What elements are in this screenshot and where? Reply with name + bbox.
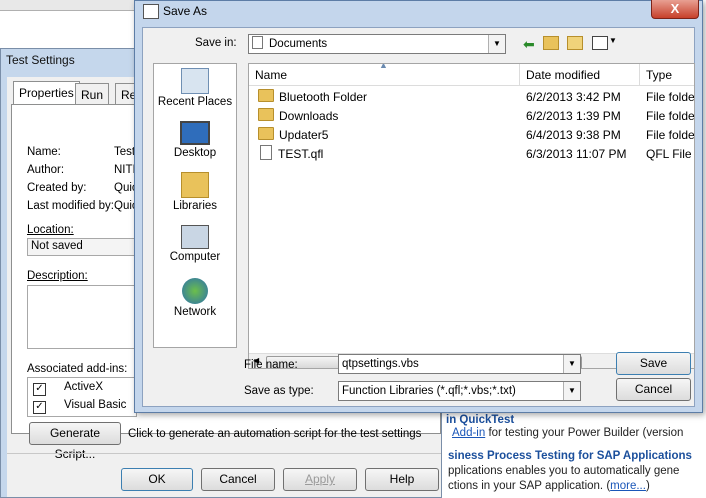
savetype-label: Save as type: xyxy=(244,385,314,397)
generate-script-button[interactable]: Generate Script... xyxy=(29,422,121,461)
folder-icon xyxy=(258,89,274,102)
place-recent-places[interactable]: Recent Places xyxy=(154,68,236,108)
visual-basic-label: Visual Basic xyxy=(64,399,127,411)
desktop-icon xyxy=(180,121,210,145)
help-line-4: ctions in your SAP application. (more...… xyxy=(448,480,650,492)
view-menu-chevron-icon[interactable]: ▼ xyxy=(609,36,617,45)
save-as-cancel-button[interactable]: Cancel xyxy=(616,378,691,401)
recent-places-icon xyxy=(181,68,209,94)
save-in-label: Save in: xyxy=(195,37,237,49)
new-folder-icon[interactable] xyxy=(567,36,583,50)
activex-checkbox[interactable]: ✓ xyxy=(33,383,46,396)
test-settings-title: Test Settings xyxy=(6,53,75,67)
more-link[interactable]: more... xyxy=(610,480,646,492)
place-network[interactable]: Network xyxy=(154,278,236,318)
view-menu-icon[interactable] xyxy=(592,36,608,50)
modified-label: Last modified by: xyxy=(27,200,114,212)
file-row[interactable]: TEST.qfl 6/3/2013 11:07 PM QFL File xyxy=(249,145,694,164)
visual-basic-checkbox[interactable]: ✓ xyxy=(33,401,46,414)
ok-button[interactable]: OK xyxy=(121,468,193,491)
cancel-button[interactable]: Cancel xyxy=(201,468,275,491)
name-value: Test xyxy=(114,146,136,158)
savetype-dropdown[interactable]: Function Libraries (*.qfl;*.vbs;*.txt) ▼ xyxy=(338,381,581,401)
description-label: Description: xyxy=(27,270,88,282)
documents-icon xyxy=(252,36,263,49)
save-as-title: Save As xyxy=(163,4,208,18)
computer-icon xyxy=(181,225,209,249)
addins-label: Associated add-ins: xyxy=(27,363,128,375)
file-row[interactable]: Bluetooth Folder 6/2/2013 3:42 PM File f… xyxy=(249,88,694,107)
filename-input[interactable]: qtpsettings.vbs ▼ xyxy=(338,354,581,374)
filename-label: File name: xyxy=(244,359,298,371)
place-computer[interactable]: Computer xyxy=(154,225,236,263)
description-field[interactable] xyxy=(27,285,137,349)
addin-link[interactable]: Add-in xyxy=(452,427,485,439)
save-button[interactable]: Save xyxy=(616,352,691,375)
chevron-down-icon: ▼ xyxy=(488,35,505,53)
author-label: Author: xyxy=(27,164,65,176)
generate-hint: Click to generate an automation script f… xyxy=(128,428,422,440)
folder-icon xyxy=(258,127,274,140)
close-icon[interactable]: X xyxy=(651,0,699,19)
name-label: Name: xyxy=(27,146,61,158)
place-libraries[interactable]: Libraries xyxy=(154,172,236,212)
save-as-window-icon xyxy=(143,4,159,19)
background-help-text: in QuickTest Add-in for testing your Pow… xyxy=(440,412,706,498)
save-as-dialog: Save As X Save in: Documents ▼ ⬅ ▼ Recen… xyxy=(134,0,703,413)
tab-properties[interactable]: Properties xyxy=(13,81,80,105)
background-toolbar xyxy=(0,0,140,11)
apply-button[interactable]: Apply xyxy=(283,468,357,491)
divider xyxy=(7,453,441,454)
tab-run[interactable]: Run xyxy=(75,83,110,105)
libraries-icon xyxy=(181,172,209,198)
help-button[interactable]: Help xyxy=(365,468,439,491)
save-in-dropdown[interactable]: Documents ▼ xyxy=(248,34,506,54)
help-line-1: Add-in for testing your Power Builder (v… xyxy=(452,427,684,439)
place-desktop[interactable]: Desktop xyxy=(154,121,236,159)
activex-label: ActiveX xyxy=(64,381,103,393)
places-bar: Recent Places Desktop Libraries Computer… xyxy=(153,63,237,348)
location-label: Location: xyxy=(27,224,74,236)
file-row[interactable]: Updater5 6/4/2013 9:38 PM File folder xyxy=(249,126,694,145)
file-icon xyxy=(260,145,272,160)
location-field[interactable]: Not saved xyxy=(27,238,137,256)
addins-list: ✓ ActiveX ✓ Visual Basic xyxy=(27,377,137,417)
save-as-content: Save in: Documents ▼ ⬅ ▼ Recent Places D… xyxy=(142,27,695,407)
created-label: Created by: xyxy=(27,182,87,194)
up-folder-icon[interactable] xyxy=(543,36,559,50)
save-in-value: Documents xyxy=(269,38,328,50)
chevron-down-icon[interactable]: ▼ xyxy=(563,355,580,373)
file-list: Name ▲ Date modified Type Bluetooth Fold… xyxy=(248,63,695,369)
chevron-down-icon[interactable]: ▼ xyxy=(563,382,580,400)
author-value: NITI xyxy=(114,164,136,176)
sort-ascending-icon: ▲ xyxy=(379,63,388,70)
column-header-type[interactable]: Type xyxy=(640,64,694,86)
file-row[interactable]: Downloads 6/2/2013 1:39 PM File folder xyxy=(249,107,694,126)
back-icon[interactable]: ⬅ xyxy=(523,36,535,53)
folder-icon xyxy=(258,108,274,121)
column-header-date[interactable]: Date modified xyxy=(520,64,640,86)
network-icon xyxy=(182,278,208,304)
